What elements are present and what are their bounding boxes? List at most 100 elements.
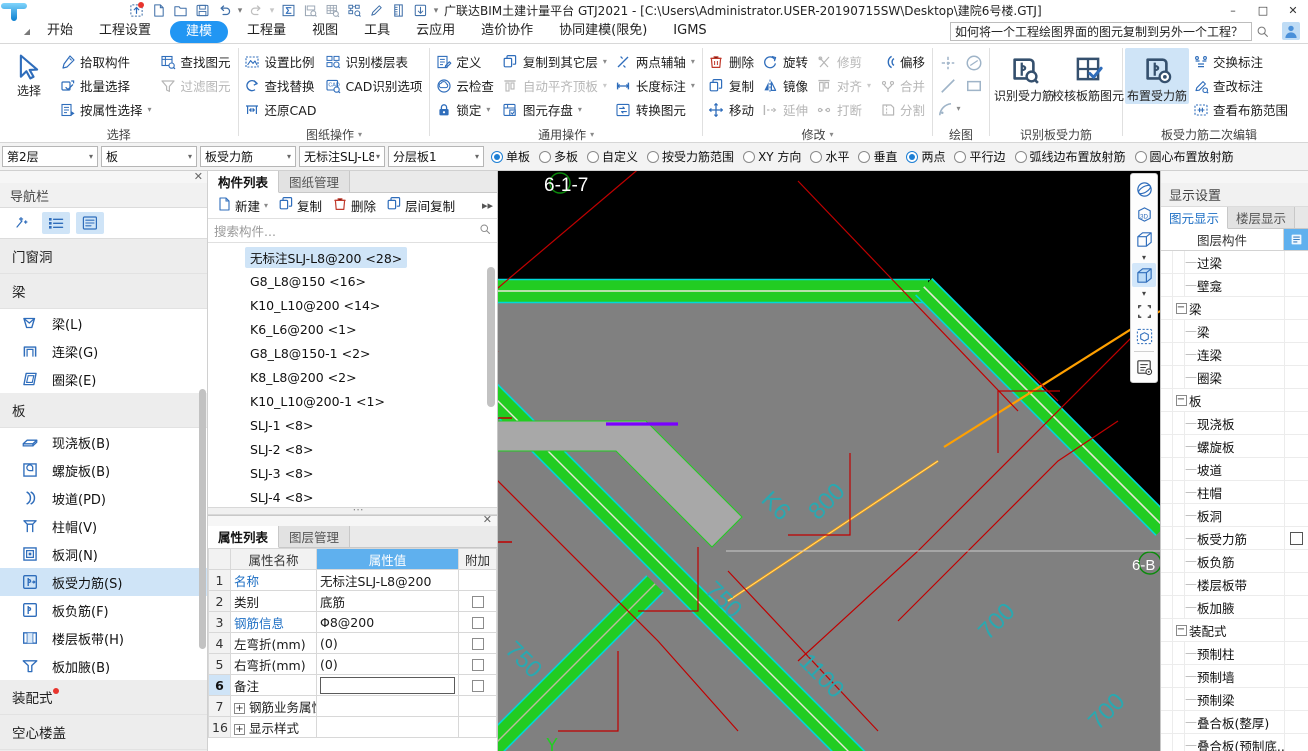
ribbon-item-批量选择[interactable]: 批量选择 [56, 74, 157, 97]
radio-垂直[interactable]: 垂直 [854, 148, 899, 165]
chevron-down-icon[interactable]: ▾ [691, 57, 695, 66]
expand-icon[interactable]: + [234, 702, 245, 714]
line-icon[interactable] [935, 74, 961, 97]
list-view-icon[interactable] [42, 212, 70, 234]
ribbon-item-设置比例[interactable]: 设置比例 [241, 50, 322, 73]
nav-group-梁[interactable]: 梁 [0, 274, 207, 309]
menu-item-8[interactable]: 协同建模(限免) [546, 20, 660, 43]
property-row-name[interactable]: + 显示样式 [230, 716, 317, 738]
property-row-name[interactable]: 类别 [230, 590, 317, 612]
detail-view-icon[interactable] [76, 212, 104, 234]
radio-XY 方向[interactable]: XY 方向 [739, 148, 803, 165]
ribbon-item-图元存盘[interactable]: 图元存盘 ▾ [499, 98, 612, 121]
nav-item-板洞(N)[interactable]: 板洞(N) [0, 540, 207, 568]
ribbon-item-复制到其它层[interactable]: 复制到其它层 ▾ [499, 50, 612, 73]
tab-构件列表[interactable]: 构件列表 [208, 171, 280, 193]
ribbon-item-查看布筋范围[interactable]: 查看布筋范围 [1189, 98, 1293, 121]
ribbon-big-button-0[interactable]: 识别受力筋 [992, 48, 1056, 104]
property-row-attach[interactable] [458, 632, 497, 654]
legend-icon[interactable] [1132, 355, 1156, 379]
nav-group-板[interactable]: 板 [0, 393, 207, 428]
radio-平行边[interactable]: 平行边 [950, 148, 1007, 165]
box-view-caret-icon[interactable]: ▾ [1142, 252, 1146, 262]
property-row-attach[interactable] [458, 590, 497, 612]
display-row-柱帽[interactable]: — 柱帽 [1161, 480, 1308, 504]
radio-多板[interactable]: 多板 [535, 148, 580, 165]
table-row[interactable]: 7+ 钢筋业务属性 [208, 695, 497, 717]
display-row-板洞[interactable]: — 板洞 [1161, 503, 1308, 527]
nav-item-板加腋(B)[interactable]: 板加腋(B) [0, 652, 207, 680]
chevron-down-icon[interactable]: ▾ [829, 130, 833, 139]
qat-overflow-caret[interactable]: ▾ [432, 2, 440, 20]
chevron-down-icon[interactable]: ▾ [603, 81, 607, 90]
display-row-叠合板(整厚)[interactable]: — 叠合板(整厚) [1161, 710, 1308, 734]
component-tool-新建[interactable]: 新建 ▾ [212, 194, 272, 217]
nav-item-list[interactable]: 门窗洞梁梁(L) 连梁(G) 圈梁(E) 板现浇板(B) 螺旋板(B) 坡道(PD) 柱帽(… [0, 239, 207, 751]
nav-scrollbar[interactable] [199, 389, 206, 649]
maximize-button[interactable]: □ [1248, 0, 1278, 21]
box-view-icon[interactable] [1132, 227, 1156, 251]
component-toolbar[interactable]: 新建 ▾ 复制 删除 层间复制 ▸▸ [208, 193, 497, 219]
nav-item-楼层板带(H)[interactable]: 楼层板带(H) [0, 624, 207, 652]
menu-item-6[interactable]: 云应用 [403, 20, 468, 43]
display-row-visible-cell[interactable] [1284, 526, 1308, 550]
redo-icon[interactable] [246, 1, 266, 20]
display-row-连梁[interactable]: — 连梁 [1161, 342, 1308, 366]
menu-item-2[interactable]: 建模 [170, 21, 229, 43]
visible-checkbox[interactable] [1290, 531, 1303, 545]
table-row[interactable]: 5 右弯折(mm) (0) [208, 653, 497, 675]
display-row-visible-cell[interactable] [1284, 595, 1308, 619]
menu-item-1[interactable]: 工程设置 [86, 20, 164, 43]
component-list[interactable]: 无标注SLJ-L8@200 <28> G8_L8@150 <16> K10_L10@… [208, 243, 497, 507]
radio-button[interactable] [743, 150, 756, 163]
tab-图纸管理[interactable]: 图纸管理 [279, 171, 351, 192]
property-table[interactable]: 属性名称 属性值 附加 1 名称 无标注SLJ-L8@200 2 类别 底筋 3 钢筋信息 Φ8@20… [208, 548, 497, 738]
property-row-value[interactable]: (0) [316, 653, 459, 675]
report-search-icon[interactable] [300, 1, 320, 20]
property-row-value[interactable]: 底筋 [316, 590, 459, 612]
search-input[interactable]: 如何将一个工程绘图界面的图元复制到另外一个工程？ [950, 22, 1252, 41]
property-row-attach[interactable] [458, 674, 497, 696]
arc-icon[interactable]: ▾ [935, 97, 961, 120]
radio-单板[interactable]: 单板 [487, 148, 532, 165]
help-search[interactable]: 如何将一个工程绘图界面的图元复制到另外一个工程？ [950, 22, 1272, 41]
selection-box-icon[interactable] [1132, 299, 1156, 323]
property-row-name[interactable]: 右弯折(mm) [230, 653, 317, 675]
ribbon-item-查找图元[interactable]: 查找图元 [157, 50, 236, 73]
display-row-板加腋[interactable]: — 板加腋 [1161, 595, 1308, 619]
display-tab-楼层显示[interactable]: 楼层显示 [1228, 207, 1296, 228]
display-row-visible-cell[interactable] [1284, 549, 1308, 573]
radio-弧线边布置放射筋[interactable]: 弧线边布置放射筋 [1011, 148, 1128, 165]
ribbon-item-复制[interactable]: 复制 [705, 74, 759, 97]
chevron-down-icon[interactable]: ▾ [473, 152, 481, 161]
ribbon-item-删除[interactable]: 删除 [705, 50, 759, 73]
property-row-name[interactable]: 钢筋信息 [230, 611, 317, 633]
attach-checkbox[interactable] [471, 680, 484, 692]
undo-icon[interactable] [214, 1, 234, 20]
display-row-visible-cell[interactable] [1284, 365, 1308, 389]
pencil-icon[interactable] [366, 1, 386, 20]
tree-collapse-icon[interactable]: − [1173, 297, 1189, 320]
save-icon[interactable] [192, 1, 212, 20]
nav-group-空心楼盖[interactable]: 空心楼盖 [0, 715, 207, 750]
rebar-name-select[interactable]: 无标注SLJ-L8@▾ [299, 146, 385, 167]
undo-dropdown-caret[interactable]: ▾ [236, 2, 244, 20]
tree-collapse-icon[interactable]: − [1173, 619, 1189, 642]
table-search-icon[interactable] [322, 1, 342, 20]
property-row-value[interactable]: (0) [316, 632, 459, 654]
property-row-value[interactable]: 无标注SLJ-L8@200 [316, 569, 459, 591]
display-row-visible-cell[interactable] [1284, 434, 1308, 458]
display-row-visible-cell[interactable] [1284, 503, 1308, 527]
ribbon-item-旋转[interactable]: 旋转 [759, 50, 813, 73]
radio-按受力筋范围[interactable]: 按受力筋范围 [643, 148, 736, 165]
upload-icon[interactable] [126, 1, 146, 20]
table-row[interactable]: 3 钢筋信息 Φ8@200 [208, 611, 497, 633]
orbit-icon[interactable] [1132, 177, 1156, 201]
display-row-visible-cell[interactable] [1284, 572, 1308, 596]
component-list-item[interactable]: SLJ-3 <8> [208, 461, 497, 485]
tab-属性列表[interactable]: 属性列表 [208, 526, 280, 548]
display-row-板负筋[interactable]: — 板负筋 [1161, 549, 1308, 573]
attach-checkbox[interactable] [471, 617, 484, 629]
chevron-down-icon[interactable]: ▾ [590, 130, 594, 139]
minimize-button[interactable]: – [1218, 0, 1248, 21]
